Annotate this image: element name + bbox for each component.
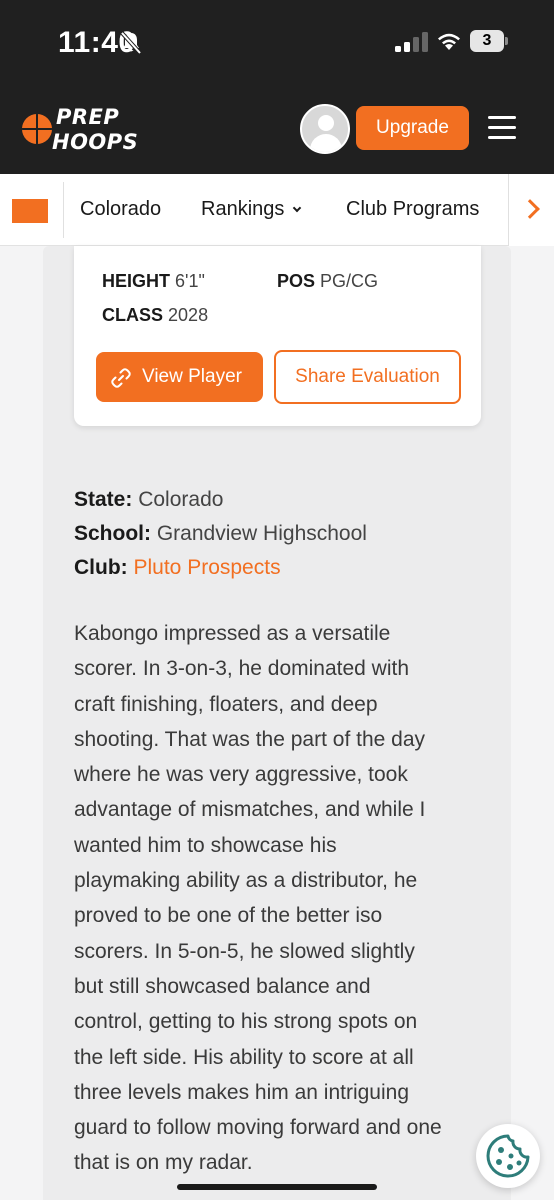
avatar-head <box>318 115 334 131</box>
info-club: Club: Pluto Prospects <box>74 556 281 580</box>
info-school-value: Grandview Highschool <box>156 522 367 545</box>
subnav-item-rankings-label: Rankings <box>201 198 285 220</box>
stat-class: CLASS 2028 <box>102 305 208 326</box>
menu-icon[interactable] <box>488 116 516 140</box>
evaluation-line: playmaking ability as a distributor, he <box>74 869 418 893</box>
evaluation-line: that is on my radar. <box>74 1151 253 1175</box>
evaluation-line: craft finishing, floaters, and deep <box>74 692 378 716</box>
evaluation-line: but still showcased balance and <box>74 974 371 998</box>
subnav-item-rankings[interactable]: Rankings <box>201 198 302 221</box>
logo-text-hoops: HOOPS <box>52 130 139 154</box>
stat-class-value: 2028 <box>168 305 209 325</box>
site-header: PREP HOOPS Upgrade <box>0 86 554 174</box>
stat-position-label: POS <box>277 271 316 291</box>
evaluation-line: proved to be one of the better iso <box>74 904 383 928</box>
evaluation-line: scorer. In 3-on-3, he dominated with <box>74 657 410 681</box>
subnav-item-club-programs[interactable]: Club Programs <box>346 198 479 221</box>
upgrade-button[interactable]: Upgrade <box>356 106 469 150</box>
colorado-flag-icon[interactable] <box>12 199 48 223</box>
bell-muted-icon <box>120 31 142 55</box>
evaluation-line: wanted him to showcase his <box>74 833 337 857</box>
stat-position-value: PG/CG <box>320 271 379 291</box>
club-link[interactable]: Pluto Prospects <box>134 556 281 579</box>
subnav-item-colorado[interactable]: Colorado <box>80 198 161 221</box>
subnav-divider <box>63 182 64 238</box>
stat-height-value: 6'1" <box>175 271 205 291</box>
evaluation-line: advantage of mismatches, and while I <box>74 798 426 822</box>
logo-text-prep: PREP <box>56 105 120 129</box>
info-state-value: Colorado <box>138 488 224 511</box>
prep-hoops-logo[interactable]: PREP HOOPS <box>22 102 140 158</box>
chevron-right-icon[interactable] <box>508 174 554 246</box>
stat-class-label: CLASS <box>102 305 164 325</box>
info-school: School: Grandview Highschool <box>74 522 367 546</box>
evaluation-line: where he was very aggressive, took <box>74 763 408 787</box>
player-card: HEIGHT 6'1" POS PG/CG CLASS 2028 View Pl… <box>74 246 481 426</box>
info-state: State: Colorado <box>74 488 223 512</box>
cookie-icon <box>486 1134 530 1178</box>
evaluation-text: Kabongo impressed as a versatile scorer.… <box>74 616 494 1181</box>
wifi-icon <box>438 33 460 50</box>
stat-height: HEIGHT 6'1" <box>102 271 205 292</box>
link-icon <box>111 368 131 388</box>
cookie-settings-button[interactable] <box>476 1124 540 1188</box>
basketball-icon <box>22 114 52 144</box>
evaluation-line: shooting. That was the part of the day <box>74 727 426 751</box>
state-subnav: Colorado Rankings Club Programs <box>0 174 554 246</box>
evaluation-line: three levels makes him an intriguing <box>74 1080 409 1104</box>
stat-position: POS PG/CG <box>277 271 378 292</box>
share-evaluation-button[interactable]: Share Evaluation <box>274 350 461 404</box>
stat-height-label: HEIGHT <box>102 271 171 291</box>
avatar-icon[interactable] <box>300 104 350 154</box>
view-player-label: View Player <box>142 366 242 387</box>
battery-icon: 3 <box>470 30 510 52</box>
status-bar: 11:40 3 <box>0 0 554 86</box>
avatar-body <box>310 134 342 152</box>
view-player-button[interactable]: View Player <box>96 352 263 402</box>
info-school-label: School: <box>74 522 151 545</box>
signal-icon <box>395 32 428 52</box>
info-state-label: State: <box>74 488 133 511</box>
chevron-down-icon <box>293 203 302 213</box>
evaluation-line: scorers. In 5-on-5, he slowed slightly <box>74 939 415 963</box>
home-indicator <box>177 1184 377 1190</box>
battery-tip <box>505 37 508 45</box>
battery-level: 3 <box>470 30 504 52</box>
evaluation-line: guard to follow moving forward and one <box>74 1116 442 1140</box>
evaluation-line: the left side. His ability to score at a… <box>74 1045 414 1069</box>
evaluation-line: Kabongo impressed as a versatile <box>74 622 391 645</box>
evaluation-line: control, getting to his strong spots on <box>74 1010 418 1034</box>
info-club-label: Club: <box>74 556 128 579</box>
